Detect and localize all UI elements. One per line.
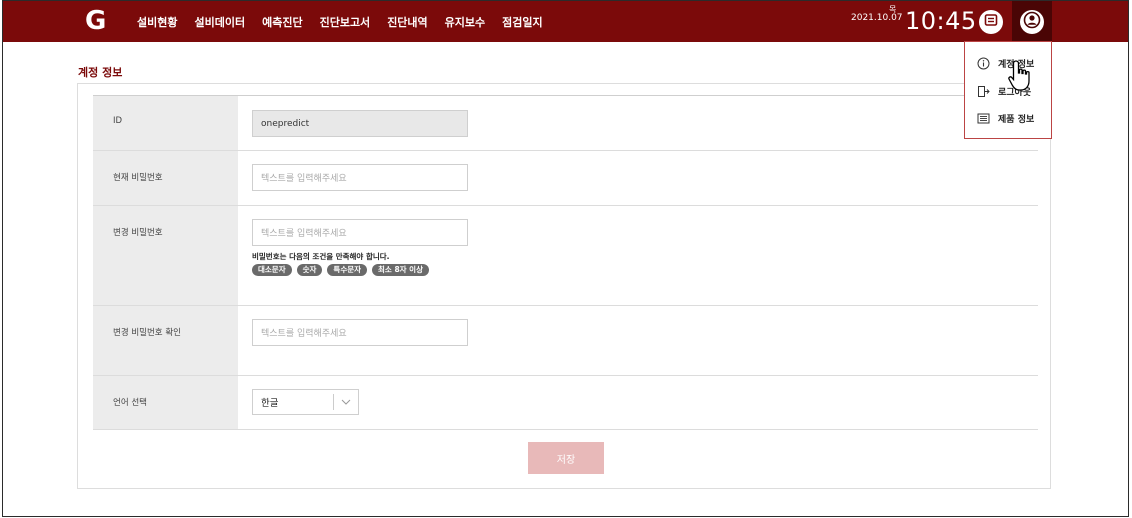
account-form: ID onepredict 현재 비밀번호 텍스트를 입력해주세요 변경 비밀번… — [93, 95, 1038, 430]
message-button[interactable] — [979, 10, 1003, 34]
nav-item-equipment-status[interactable]: 설비현황 — [137, 14, 177, 30]
nav-item-inspection-log[interactable]: 점검일지 — [502, 14, 542, 30]
hand-cursor-icon — [1007, 59, 1037, 97]
form-row-id: ID onepredict — [93, 96, 1038, 151]
id-label: ID — [93, 96, 238, 150]
confirm-password-cell: 텍스트를 입력해주세요 — [238, 306, 1038, 375]
info-circle-icon — [977, 57, 990, 70]
user-icon — [1023, 11, 1041, 33]
id-field: onepredict — [252, 110, 468, 137]
new-password-cell: 텍스트를 입력해주세요 비밀번호는 다음의 조건을 만족해야 합니다. 대소문자… — [238, 206, 1038, 305]
clock: 10:45 — [905, 7, 977, 35]
nav-item-maintenance[interactable]: 유지보수 — [445, 14, 485, 30]
app-window: G 설비현황 설비데이터 예측진단 진단보고서 진단내역 유지보수 점검일지 목… — [2, 0, 1129, 517]
current-password-input[interactable]: 텍스트를 입력해주세요 — [252, 164, 468, 191]
product-info-icon — [977, 112, 990, 125]
logout-icon — [977, 85, 990, 98]
nav-item-diagnosis-history[interactable]: 진단내역 — [387, 14, 427, 30]
confirm-password-input[interactable]: 텍스트를 입력해주세요 — [252, 319, 468, 346]
nav-item-predictive-diagnosis[interactable]: 예측진단 — [262, 14, 302, 30]
current-password-label: 현재 비밀번호 — [93, 151, 238, 205]
logo[interactable]: G — [85, 7, 111, 35]
language-cell: 한글 — [238, 376, 1038, 429]
password-rule-hint: 비밀번호는 다음의 조건을 만족해야 합니다. — [252, 252, 390, 261]
language-select[interactable]: 한글 — [252, 389, 359, 415]
form-row-current-password: 현재 비밀번호 텍스트를 입력해주세요 — [93, 151, 1038, 206]
main-nav: 설비현황 설비데이터 예측진단 진단보고서 진단내역 유지보수 점검일지 — [137, 1, 560, 42]
password-rule-tag: 특수문자 — [327, 264, 368, 276]
current-password-cell: 텍스트를 입력해주세요 — [238, 151, 1038, 205]
menu-item-product-info[interactable]: 제품 정보 — [977, 112, 1034, 125]
menu-item-label: 제품 정보 — [998, 115, 1035, 125]
nav-item-equipment-data[interactable]: 설비데이터 — [194, 14, 245, 30]
user-menu-button[interactable] — [1020, 10, 1044, 34]
new-password-label: 변경 비밀번호 — [93, 206, 238, 305]
form-row-language: 언어 선택 한글 — [93, 376, 1038, 430]
password-rule-tag: 숫자 — [296, 264, 323, 276]
new-password-input[interactable]: 텍스트를 입력해주세요 — [252, 219, 468, 246]
confirm-password-label: 변경 비밀번호 확인 — [93, 306, 238, 375]
chevron-down-icon — [334, 399, 358, 405]
password-rule-tag: 대소문자 — [252, 264, 292, 276]
language-select-value: 한글 — [261, 398, 279, 409]
date-display: 목 2021.10.07 — [851, 5, 903, 23]
password-rule-tag: 최소 8자 이상 — [372, 264, 429, 276]
message-icon — [983, 12, 999, 32]
form-row-confirm-password: 변경 비밀번호 확인 텍스트를 입력해주세요 — [93, 306, 1038, 376]
day-of-week: 목 — [889, 5, 897, 14]
id-value-cell: onepredict — [238, 96, 1038, 150]
save-button[interactable]: 저장 — [528, 442, 604, 474]
password-rule-tags: 대소문자 숫자 특수문자 최소 8자 이상 — [252, 264, 434, 276]
account-info-card: ID onepredict 현재 비밀번호 텍스트를 입력해주세요 변경 비밀번… — [77, 83, 1051, 489]
top-navigation-bar: G 설비현황 설비데이터 예측진단 진단보고서 진단내역 유지보수 점검일지 목… — [3, 1, 1128, 42]
nav-item-diagnosis-report[interactable]: 진단보고서 — [320, 14, 371, 30]
language-label: 언어 선택 — [93, 376, 238, 429]
page-title: 계정 정보 — [78, 66, 123, 79]
form-row-new-password: 변경 비밀번호 텍스트를 입력해주세요 비밀번호는 다음의 조건을 만족해야 합… — [93, 206, 1038, 306]
